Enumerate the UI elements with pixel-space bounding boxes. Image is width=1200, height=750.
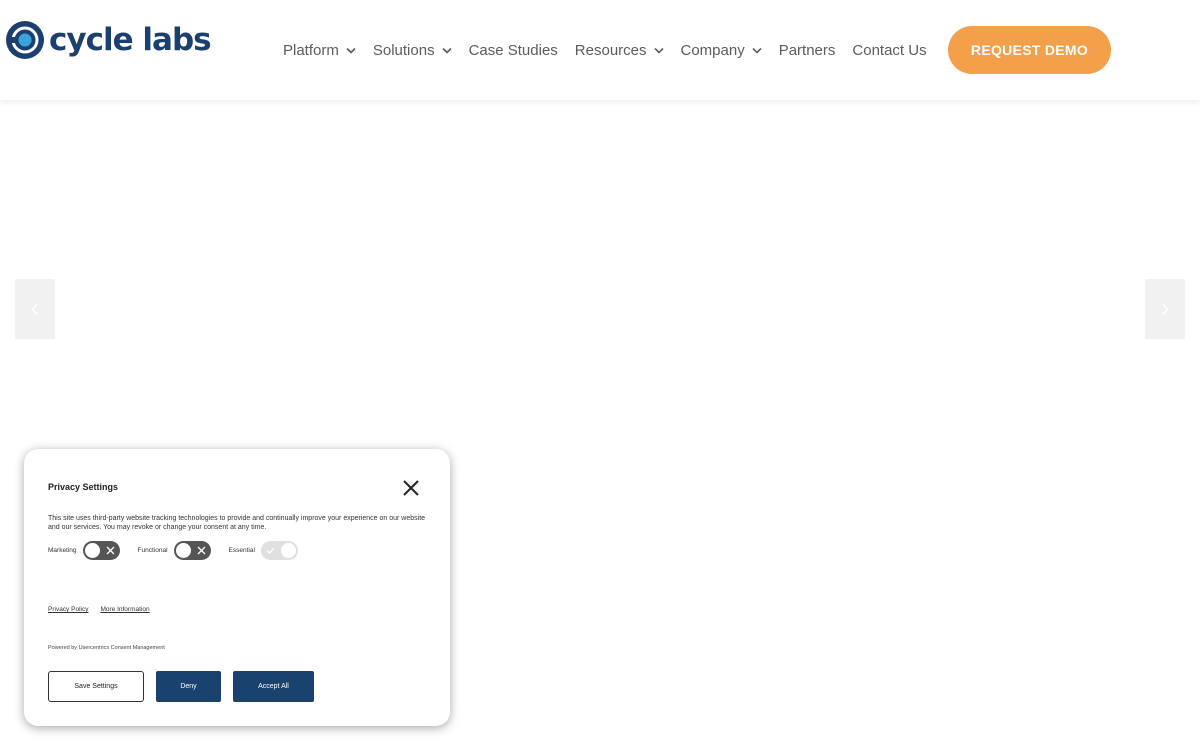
nav-item-label: Company — [680, 41, 745, 59]
carousel-next-button[interactable] — [1145, 279, 1185, 339]
nav-item-label: Case Studies — [468, 41, 558, 59]
accept-all-button[interactable]: Accept All — [233, 671, 314, 702]
toggle-group-marketing: Marketing — [48, 541, 120, 560]
toggle-knob — [175, 543, 191, 558]
privacy-policy-link[interactable]: Privacy Policy — [48, 606, 88, 613]
toggle-knob — [84, 543, 100, 558]
main-nav: Platform Solutions Case Studies Resource… — [283, 38, 944, 62]
toggle-knob — [280, 543, 296, 558]
toggle-label: Essential — [228, 547, 255, 554]
nav-item-case-studies[interactable]: Case Studies — [469, 42, 558, 59]
x-icon — [106, 546, 115, 555]
privacy-settings-dialog: Privacy Settings This site uses third-pa… — [24, 449, 450, 726]
toggle-label: Marketing — [48, 547, 77, 554]
nav-item-label: Contact Us — [852, 41, 927, 59]
chevron-down-icon — [346, 45, 356, 55]
essential-toggle — [260, 541, 298, 560]
toggle-group-functional: Functional — [138, 541, 211, 560]
request-demo-button[interactable]: REQUEST DEMO — [948, 26, 1111, 74]
chevron-down-icon — [442, 45, 452, 55]
x-icon — [197, 546, 206, 555]
close-icon — [403, 480, 419, 496]
chevron-down-icon — [752, 45, 762, 55]
privacy-description: This site uses third-party website track… — [48, 515, 426, 531]
chevron-down-icon — [653, 45, 664, 55]
nav-item-label: Platform — [283, 41, 339, 59]
toggle-group-essential: Essential — [229, 541, 298, 560]
carousel-prev-button[interactable] — [15, 279, 55, 339]
nav-item-platform[interactable]: Platform — [283, 42, 356, 59]
chevron-left-icon — [31, 302, 39, 316]
consent-buttons: Save Settings Deny Accept All — [48, 671, 314, 702]
privacy-links: Privacy Policy More Information — [48, 606, 162, 613]
nav-item-label: Resources — [574, 41, 647, 59]
ring-logo-icon — [6, 21, 44, 59]
consent-toggles: Marketing Functional Essential — [48, 541, 316, 560]
brand-name: cycle labs — [49, 22, 212, 58]
site-header: cycle labs Platform Solutions Case Studi… — [0, 0, 1200, 100]
nav-item-label: Partners — [778, 41, 836, 59]
privacy-title: Privacy Settings — [48, 482, 119, 492]
deny-button[interactable]: Deny — [156, 671, 221, 702]
powered-by-text: Powered by Usercentrics Consent Manageme… — [48, 645, 165, 651]
marketing-toggle[interactable] — [82, 541, 120, 560]
nav-item-solutions[interactable]: Solutions — [373, 42, 452, 59]
close-button[interactable] — [401, 478, 421, 498]
save-settings-button[interactable]: Save Settings — [48, 671, 144, 702]
nav-item-partners[interactable]: Partners — [779, 42, 836, 59]
toggle-label: Functional — [137, 547, 168, 554]
more-information-link[interactable]: More Information — [100, 606, 149, 613]
check-icon — [266, 547, 275, 554]
chevron-right-icon — [1161, 302, 1169, 316]
nav-item-contact-us[interactable]: Contact Us — [852, 42, 926, 59]
nav-item-resources[interactable]: Resources — [575, 42, 664, 59]
brand-logo[interactable]: cycle labs — [5, 20, 212, 60]
nav-item-company[interactable]: Company — [681, 42, 762, 59]
functional-toggle[interactable] — [173, 541, 211, 560]
nav-item-label: Solutions — [372, 41, 435, 59]
